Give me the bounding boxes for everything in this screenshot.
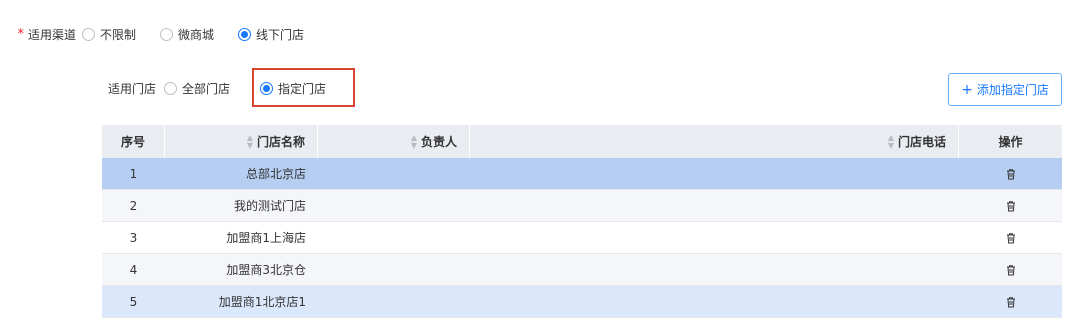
header-seq: 序号 <box>102 125 165 158</box>
trash-icon[interactable] <box>1005 296 1017 308</box>
header-store-name[interactable]: ▲ ▼ 门店名称 <box>165 125 318 158</box>
radio-label: 全部门店 <box>182 81 231 96</box>
table-header: 序号 ▲ ▼ 门店名称 ▲ ▼ 负责人 ▲ ▼ 门店电话 操作 <box>102 125 1062 158</box>
cell-store-name: 我的测试门店 <box>233 199 306 213</box>
cell-phone <box>470 254 959 285</box>
header-phone[interactable]: ▲ ▼ 门店电话 <box>470 125 959 158</box>
sort-icon[interactable]: ▲ ▼ <box>888 133 894 150</box>
cell-store-name: 加盟商3北京仓 <box>226 263 306 277</box>
cell-owner <box>318 190 470 221</box>
add-button-label: 添加指定门店 <box>976 83 1049 97</box>
cell-owner <box>318 286 470 317</box>
radio-label: 线下门店 <box>256 27 305 42</box>
radio-label: 微商城 <box>178 27 215 42</box>
cell-seq: 1 <box>129 166 138 181</box>
table-row[interactable]: 3 加盟商1上海店 <box>102 222 1062 254</box>
header-seq-label: 序号 <box>120 135 145 149</box>
plus-icon: + <box>961 81 973 98</box>
store-table: 序号 ▲ ▼ 门店名称 ▲ ▼ 负责人 ▲ ▼ 门店电话 操作 1 总部北京店 2 我… <box>102 125 1062 318</box>
highlight-annotation-box <box>252 68 355 107</box>
trash-icon[interactable] <box>1005 200 1017 212</box>
radio-circle-checked <box>238 27 252 41</box>
table-row[interactable]: 1 总部北京店 <box>102 158 1062 190</box>
table-row[interactable]: 4 加盟商3北京仓 <box>102 254 1062 286</box>
header-op-label: 操作 <box>998 135 1023 149</box>
trash-icon[interactable] <box>1005 168 1017 180</box>
sort-icon[interactable]: ▲ ▼ <box>247 133 253 150</box>
cell-operation <box>959 286 1062 317</box>
channel-label: 适用渠道 <box>28 27 77 42</box>
radio-unlimited[interactable]: 不限制 <box>82 26 136 43</box>
radio-circle <box>164 81 178 95</box>
header-owner[interactable]: ▲ ▼ 负责人 <box>318 125 470 158</box>
radio-micro-mall[interactable]: 微商城 <box>160 26 214 43</box>
trash-icon[interactable] <box>1005 264 1017 276</box>
cell-store-name: 加盟商1北京店1 <box>218 295 306 309</box>
cell-phone <box>470 158 959 189</box>
cell-seq: 4 <box>129 262 138 277</box>
table-row[interactable]: 2 我的测试门店 <box>102 190 1062 222</box>
header-operation: 操作 <box>959 125 1062 158</box>
channel-row: * 适用渠道 不限制 微商城 线下门店 <box>0 24 328 44</box>
cell-owner <box>318 158 470 189</box>
radio-circle <box>82 27 96 41</box>
header-phone-label: 门店电话 <box>897 135 946 149</box>
cell-seq: 3 <box>129 230 138 245</box>
cell-operation <box>959 254 1062 285</box>
cell-phone <box>470 286 959 317</box>
store-scope-label: 适用门店 <box>108 81 157 96</box>
table-row[interactable]: 5 加盟商1北京店1 <box>102 286 1062 318</box>
required-mark: * <box>17 26 25 42</box>
cell-owner <box>318 254 470 285</box>
cell-operation <box>959 158 1062 189</box>
cell-seq: 2 <box>129 198 138 213</box>
cell-store-name: 加盟商1上海店 <box>226 231 306 245</box>
cell-phone <box>470 190 959 221</box>
radio-offline-store[interactable]: 线下门店 <box>238 26 304 43</box>
cell-owner <box>318 222 470 253</box>
add-specified-store-button[interactable]: + 添加指定门店 <box>948 73 1062 106</box>
radio-all-stores[interactable]: 全部门店 <box>164 80 230 97</box>
header-name-label: 门店名称 <box>256 135 305 149</box>
cell-seq: 5 <box>129 294 138 309</box>
header-owner-label: 负责人 <box>420 135 457 149</box>
cell-operation <box>959 222 1062 253</box>
cell-phone <box>470 222 959 253</box>
cell-operation <box>959 190 1062 221</box>
sort-icon[interactable]: ▲ ▼ <box>411 133 417 150</box>
cell-store-name: 总部北京店 <box>245 167 306 181</box>
radio-circle <box>160 27 174 41</box>
radio-label: 不限制 <box>100 27 137 42</box>
trash-icon[interactable] <box>1005 232 1017 244</box>
